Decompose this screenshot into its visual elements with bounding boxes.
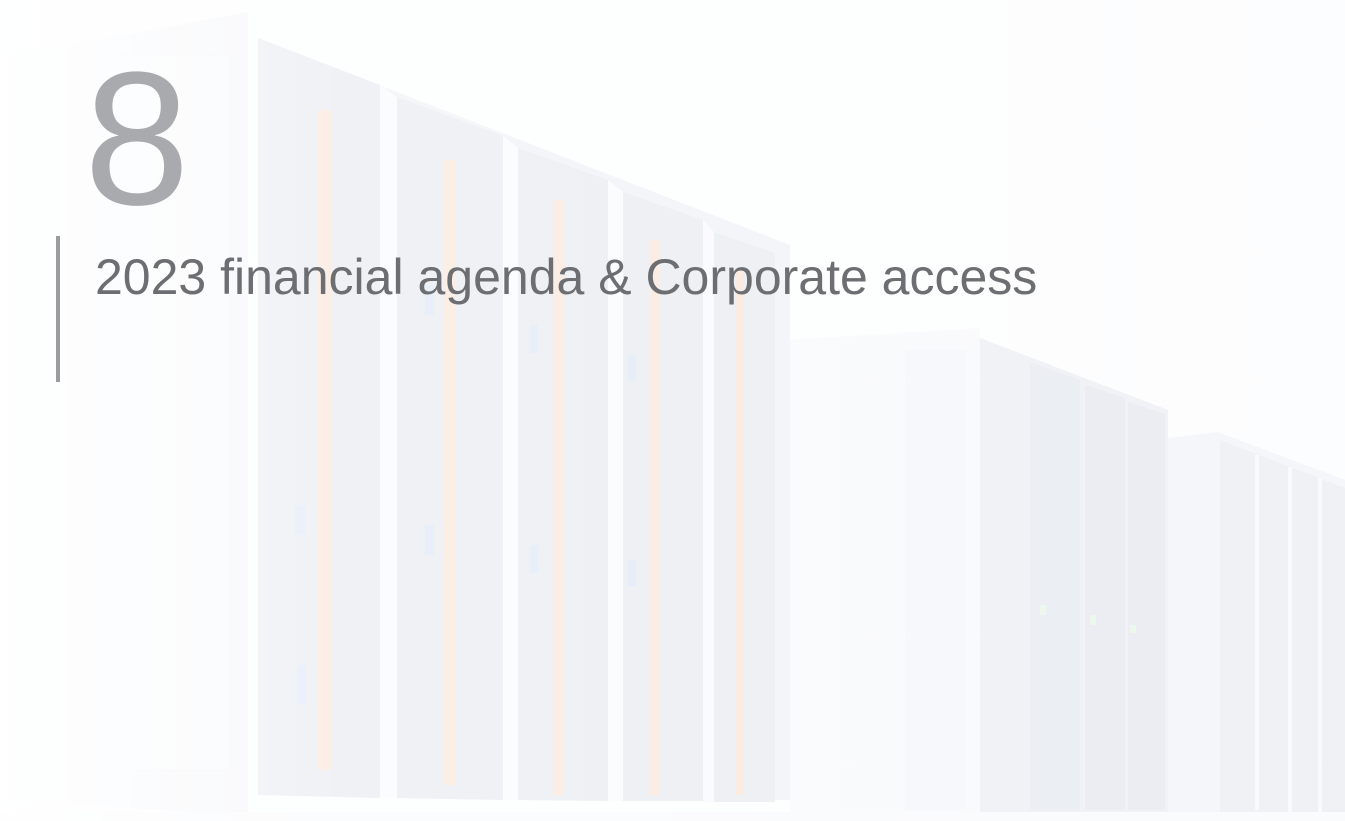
server-racks-background-image	[0, 0, 1345, 821]
title-accent-bar	[56, 236, 60, 382]
section-title: 2023 financial agenda & Corporate access	[95, 249, 1038, 305]
section-number: 8	[84, 33, 190, 245]
section-divider-slide: 8 2023 financial agenda & Corporate acce…	[0, 0, 1345, 821]
